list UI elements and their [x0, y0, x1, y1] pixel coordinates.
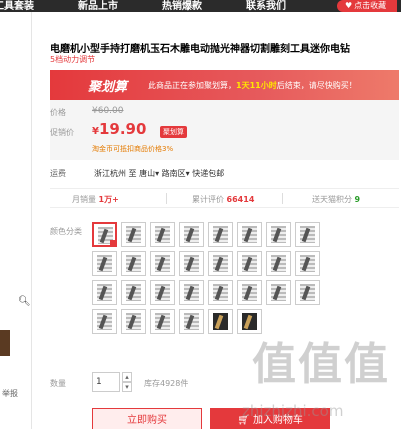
current-price: ¥19.90 [92, 120, 147, 138]
price-box: 价格 ¥60.00 促销价 ¥19.90 聚划算 淘金币可抵扣商品价格3% [50, 100, 399, 160]
color-swatch[interactable] [266, 280, 291, 305]
color-swatch[interactable] [150, 309, 175, 334]
color-swatch[interactable] [179, 222, 204, 247]
nav-item-new-arrivals[interactable]: 新品上市 [78, 0, 118, 12]
watermark-chars: 值值值 [252, 339, 390, 390]
watermark-url: zhizhizhi.com [242, 402, 344, 420]
sidebar-thumbnail[interactable] [0, 330, 10, 356]
original-price-label: 价格 [50, 108, 66, 117]
product-title: 电磨机小型手持打磨机玉石木雕电动抛光神器切割雕刻工具迷你电钻 [50, 44, 350, 55]
divider [166, 193, 167, 204]
color-swatch[interactable] [121, 222, 146, 247]
shipping-destination-selector[interactable]: 浙江杭州 至 唐山▾ 路南区▾ 快递包邮 [94, 168, 224, 179]
promo-countdown: 1天11小时 [236, 81, 277, 90]
color-swatch[interactable] [208, 251, 233, 276]
color-swatch[interactable] [92, 222, 117, 247]
heart-icon: ♥ [345, 1, 353, 10]
favorite-label: 点击收藏 [354, 1, 387, 10]
color-swatch[interactable] [237, 280, 262, 305]
color-swatch[interactable] [150, 280, 175, 305]
quantity-input[interactable]: 1 [92, 372, 120, 392]
color-swatch[interactable] [295, 251, 320, 276]
color-swatch[interactable] [295, 222, 320, 247]
watermark: 值值值 zhizhizhi.com [242, 339, 400, 426]
shipping-row: 运费 浙江杭州 至 唐山▾ 路南区▾ 快递包邮 [50, 168, 399, 179]
juhuasuan-logo: 聚划算 [88, 80, 128, 95]
color-swatch[interactable] [179, 251, 204, 276]
product-subtitle: 5档动力调节 [50, 55, 96, 64]
nav-item-contact[interactable]: 联系我们 [246, 0, 286, 12]
color-swatch[interactable] [266, 251, 291, 276]
buy-now-button[interactable]: 立即购买 [92, 408, 202, 429]
price-tag-badge: 聚划算 [160, 126, 187, 138]
color-label: 颜色分类 [50, 227, 82, 236]
tmall-points: 送天猫积分 9 [312, 195, 361, 204]
original-price: ¥60.00 [92, 106, 124, 116]
color-swatch[interactable] [237, 222, 262, 247]
quantity-decrease-button[interactable]: ▾ [122, 382, 132, 392]
total-reviews[interactable]: 累计评价 66414 [192, 194, 254, 205]
color-swatch[interactable] [150, 222, 175, 247]
color-swatch[interactable] [179, 309, 204, 334]
favorite-button[interactable]: ♥ 点击收藏 [337, 0, 397, 12]
color-swatch[interactable] [121, 280, 146, 305]
nav-item-tool-sets[interactable]: 工具套装 [0, 0, 34, 12]
search-icon[interactable]: 🔍︎ [18, 296, 31, 307]
promo-message: 此商品正在参加聚划算，1天11小时后结束，请尽快购买！ [148, 81, 357, 90]
quantity-label: 数量 [50, 379, 66, 388]
color-swatch[interactable] [208, 309, 233, 334]
color-swatch[interactable] [92, 280, 117, 305]
color-swatch[interactable] [121, 309, 146, 334]
current-price-label: 促销价 [50, 128, 74, 137]
selected-check-icon [110, 240, 117, 247]
color-swatch[interactable] [295, 280, 320, 305]
juhuasuan-banner: 聚划算 此商品正在参加聚划算，1天11小时后结束，请尽快购买！ [50, 70, 399, 100]
monthly-sales: 月销量 1万+ [72, 195, 119, 204]
stats-bar: 月销量 1万+ 累计评价 66414 送天猫积分 9 [50, 188, 399, 208]
divider [282, 193, 283, 204]
color-swatch[interactable] [92, 251, 117, 276]
coin-discount-note: 淘金币可抵扣商品价格3% [92, 145, 174, 153]
color-swatch[interactable] [208, 280, 233, 305]
nav-item-best-sellers[interactable]: 热销爆款 [162, 0, 202, 12]
color-swatch[interactable] [150, 251, 175, 276]
report-link[interactable]: 举报 [2, 388, 18, 399]
color-swatch[interactable] [121, 251, 146, 276]
color-swatch[interactable] [208, 222, 233, 247]
stock-count: 库存4928件 [144, 379, 189, 388]
shipping-label: 运费 [50, 169, 66, 178]
color-swatch[interactable] [92, 309, 117, 334]
color-swatch[interactable] [179, 280, 204, 305]
left-sidebar: 🔍︎ 举报 [0, 12, 32, 429]
color-swatch[interactable] [237, 251, 262, 276]
color-swatch[interactable] [266, 222, 291, 247]
top-nav: 工具套装 新品上市 热销爆款 联系我们 ♥点击收藏 [0, 0, 401, 12]
color-swatch[interactable] [237, 309, 262, 334]
quantity-increase-button[interactable]: ▴ [122, 372, 132, 382]
